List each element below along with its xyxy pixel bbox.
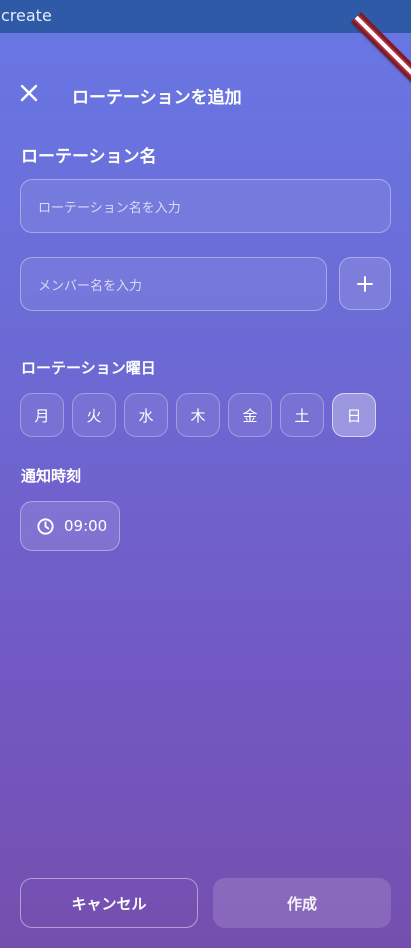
day-button-fri[interactable]: 金 <box>228 393 272 437</box>
add-member-button[interactable] <box>339 257 391 310</box>
day-button-sat[interactable]: 土 <box>280 393 324 437</box>
time-picker-button[interactable]: 09:00 <box>20 501 120 551</box>
day-button-sun[interactable]: 日 <box>332 393 376 437</box>
create-button[interactable]: 作成 <box>213 878 391 928</box>
notification-time-label: 通知時刻 <box>21 467 82 485</box>
day-selector: 月 火 水 木 金 土 日 <box>20 393 380 437</box>
member-name-input[interactable]: メンバー名を入力 <box>20 257 327 311</box>
rotation-name-input[interactable]: ローテーション名を入力 <box>20 179 391 233</box>
day-button-mon[interactable]: 月 <box>20 393 64 437</box>
day-button-tue[interactable]: 火 <box>72 393 116 437</box>
time-value: 09:00 <box>64 517 108 535</box>
day-button-thu[interactable]: 木 <box>176 393 220 437</box>
rotation-name-label: ローテーション名 <box>21 147 157 167</box>
clock-icon <box>37 517 54 535</box>
day-button-wed[interactable]: 水 <box>124 393 168 437</box>
window-titlebar: create <box>0 0 411 33</box>
cancel-button[interactable]: キャンセル <box>20 878 198 928</box>
close-icon <box>20 84 38 102</box>
rotation-days-label: ローテーション曜日 <box>21 359 156 377</box>
window-title: create <box>1 6 52 25</box>
close-button[interactable] <box>16 80 42 106</box>
page-title: ローテーションを追加 <box>72 88 242 108</box>
plus-icon <box>357 275 373 292</box>
